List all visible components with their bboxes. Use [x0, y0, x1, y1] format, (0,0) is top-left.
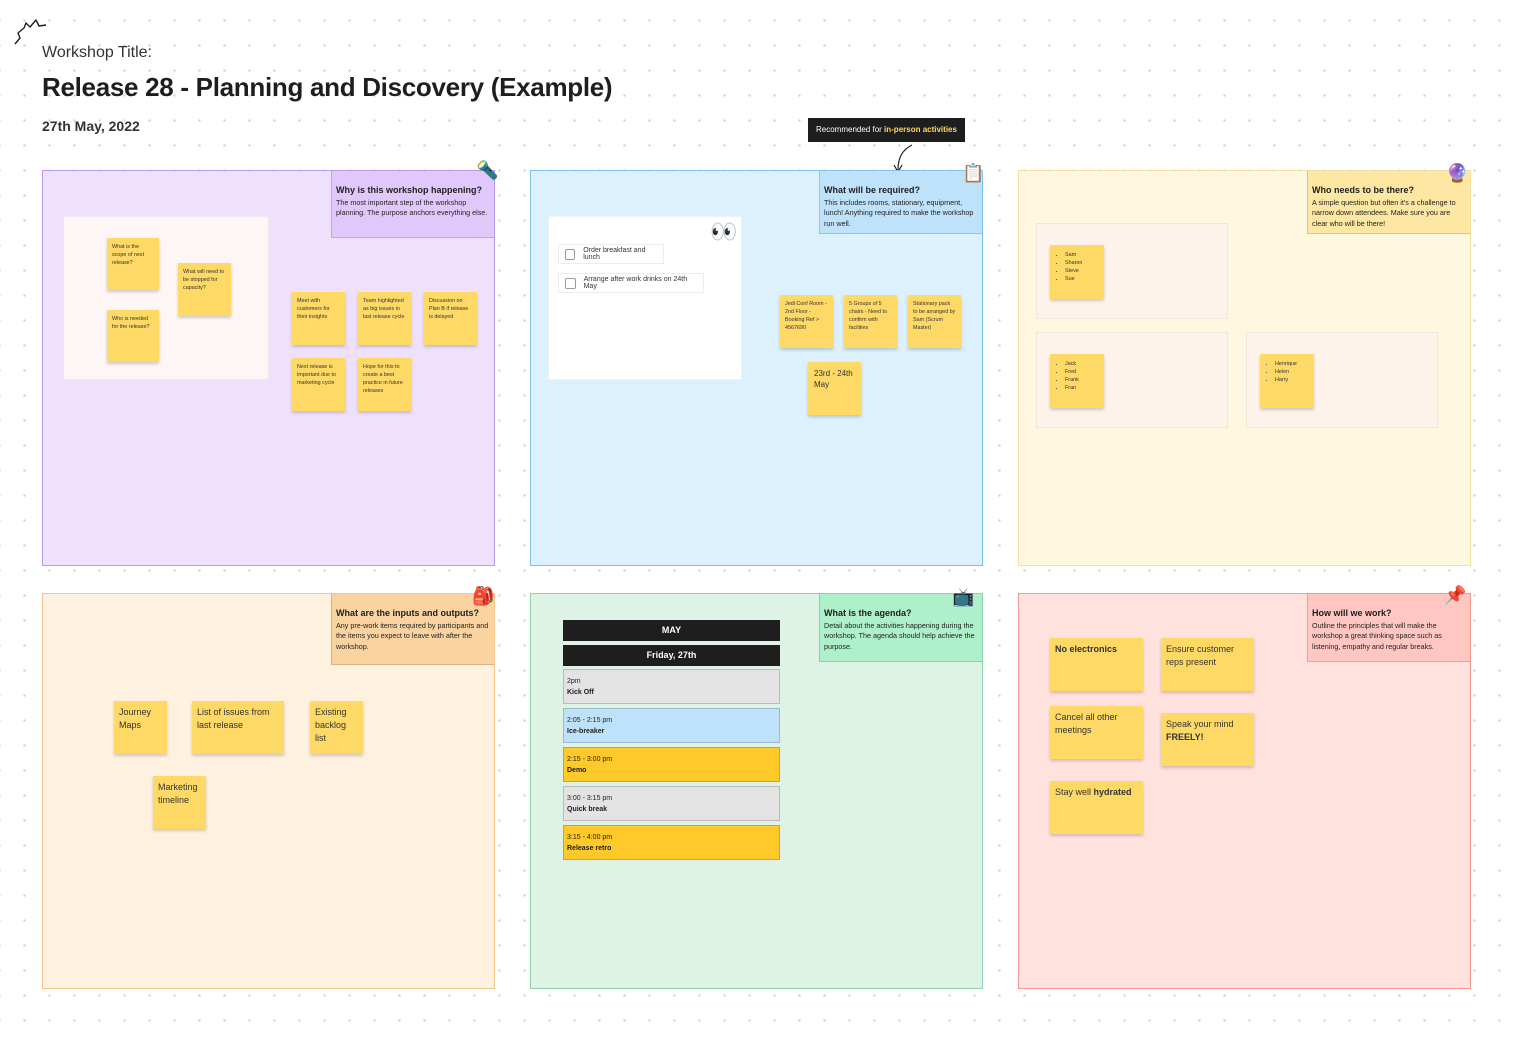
who-title: Who needs to be there?	[1312, 185, 1415, 195]
sticky-note[interactable]: Cancel all other meetings	[1050, 706, 1143, 759]
who-body: A simple question but often it's a chall…	[1312, 197, 1456, 228]
agenda-title: What is the agenda?	[824, 608, 912, 618]
checkbox[interactable]	[565, 277, 576, 289]
agenda-time: 3:00 - 3:15 pm	[567, 795, 613, 802]
work-body: Outline the principles that will make th…	[1312, 620, 1442, 651]
agenda-activity: Quick break	[567, 806, 608, 813]
sticky-note[interactable]: What is the scope of next release?	[107, 238, 159, 290]
checkbox[interactable]	[565, 248, 576, 260]
tv-icon: 📺	[952, 587, 975, 607]
clipboard-icon: 📋	[962, 163, 985, 183]
workshop-date[interactable]: 27th May, 2022	[42, 118, 140, 134]
sticky-text: Speak your mind	[1166, 719, 1234, 729]
sticky-text: Stay well	[1055, 787, 1094, 797]
attendee-name: Fred	[1065, 368, 1099, 376]
sticky-note[interactable]: Jedi Conf Room - 2nd Floor - Booking Ref…	[780, 295, 833, 348]
agenda-month: MAY	[563, 620, 780, 641]
sticky-note[interactable]: 5 Groups of 5 chairs - Need to confirm w…	[844, 295, 897, 348]
sticky-note[interactable]: No electronics	[1050, 638, 1143, 691]
sticky-note[interactable]: Discussion on Plan B if release is delay…	[424, 292, 477, 345]
agenda-time: 2pm	[567, 678, 581, 685]
checklist-item[interactable]: Arrange after work drinks on 24th May	[558, 273, 704, 293]
agenda-item[interactable]: 3:15 - 4:00 pm Release retro	[563, 825, 780, 860]
in-person-tooltip: Recommended for in-person activities	[808, 118, 965, 142]
inputs-body: Any pre-work items required by participa…	[336, 620, 489, 651]
checklist-item-label: Arrange after work drinks on 24th May	[583, 276, 688, 290]
attendee-name: Fran	[1065, 384, 1099, 392]
sticky-note[interactable]: Stationary pack to be arranged by Sam (S…	[908, 295, 961, 348]
sticky-note[interactable]: Ensure customer reps present	[1161, 638, 1254, 691]
sticky-note[interactable]: Journey Maps	[114, 701, 167, 754]
backpack-icon: 🎒	[472, 586, 495, 606]
attendee-name: Sue	[1065, 275, 1099, 283]
sticky-text-bold: FREELY!	[1166, 732, 1204, 742]
attendee-name: Sam	[1065, 251, 1099, 259]
work-title: How will we work?	[1312, 608, 1392, 618]
attendee-name: Helen	[1275, 368, 1309, 376]
attendee-name: Sharon	[1065, 259, 1099, 267]
sticky-note[interactable]: Hope for this to create a best practice …	[358, 358, 411, 411]
agenda-day: Friday, 27th	[563, 645, 780, 666]
why-body: The most important step of the workshop …	[336, 197, 488, 218]
agenda-item[interactable]: 2pm Kick Off	[563, 669, 780, 704]
required-title: What will be required?	[824, 185, 921, 195]
sticky-note[interactable]: Speak your mind FREELY!	[1161, 713, 1254, 766]
why-callout[interactable]: Why is this workshop happening? The most…	[331, 171, 494, 238]
tooltip-highlight: in-person activities	[884, 125, 957, 134]
attendee-name: Harry	[1275, 376, 1309, 384]
checklist-item-label: Order breakfast and lunch	[583, 247, 646, 261]
page-title[interactable]: Release 28 - Planning and Discovery (Exa…	[42, 72, 613, 103]
inputs-callout[interactable]: What are the inputs and outputs? Any pre…	[331, 594, 494, 665]
agenda-item[interactable]: 2:05 - 2:15 pm Ice-breaker	[563, 708, 780, 743]
attendee-name: Steve	[1065, 267, 1099, 275]
crystal-ball-icon: 🔮	[1446, 163, 1469, 183]
checklist-item[interactable]: Order breakfast and lunch	[558, 244, 664, 264]
inputs-title: What are the inputs and outputs?	[336, 608, 479, 618]
sticky-text-bold: hydrated	[1093, 787, 1132, 797]
workshop-title-label: Workshop Title:	[42, 44, 152, 61]
sticky-note[interactable]: List of issues from last release	[192, 701, 284, 754]
sticky-note[interactable]: 23rd - 24th May	[808, 362, 861, 415]
required-callout[interactable]: What will be required? This includes roo…	[819, 171, 982, 234]
why-title: Why is this workshop happening?	[336, 185, 483, 195]
attendee-name: Henrique	[1275, 360, 1309, 368]
agenda-activity: Ice-breaker	[567, 728, 605, 735]
why-questions-panel[interactable]	[63, 216, 269, 380]
agenda-time: 2:15 - 3:00 pm	[567, 756, 613, 763]
agenda-body: Detail about the activities happening du…	[824, 620, 975, 651]
sticky-note[interactable]: Stay well hydrated	[1050, 781, 1143, 834]
eyes-icon: 👀	[710, 219, 738, 244]
agenda-time: 2:05 - 2:15 pm	[567, 717, 613, 724]
sticky-note[interactable]: Next release is important due to marketi…	[292, 358, 345, 411]
sticky-note[interactable]: Jack Fred Frank Fran	[1050, 354, 1104, 408]
sticky-note[interactable]: What will need to be stopped for capacit…	[178, 263, 231, 316]
sticky-note[interactable]: Existing backlog list	[310, 701, 363, 754]
agenda-activity: Release retro	[567, 845, 612, 852]
agenda-activity: Demo	[567, 767, 587, 774]
sticky-note[interactable]: Team highlighted as big issues in last r…	[358, 292, 411, 345]
agenda-time: 3:15 - 4:00 pm	[567, 834, 613, 841]
flashlight-icon: 🔦	[476, 160, 499, 180]
sticky-note[interactable]: Meet with customers for their insights	[292, 292, 345, 345]
agenda-item[interactable]: 2:15 - 3:00 pm Demo	[563, 747, 780, 782]
attendee-name: Jack	[1065, 360, 1099, 368]
required-body: This includes rooms, stationary, equipme…	[824, 197, 974, 228]
attendee-name: Frank	[1065, 376, 1099, 384]
sticky-note[interactable]: Marketing timeline	[153, 776, 206, 829]
sticky-note[interactable]: Henrique Helen Harry	[1260, 354, 1314, 408]
agenda-item[interactable]: 3:00 - 3:15 pm Quick break	[563, 786, 780, 821]
sticky-note[interactable]: Sam Sharon Steve Sue	[1050, 245, 1104, 299]
agenda-activity: Kick Off	[567, 689, 594, 696]
tooltip-prefix: Recommended for	[816, 125, 885, 134]
sticky-note[interactable]: Who is needed for the release?	[107, 310, 159, 362]
pushpin-icon: 📌	[1444, 585, 1467, 605]
